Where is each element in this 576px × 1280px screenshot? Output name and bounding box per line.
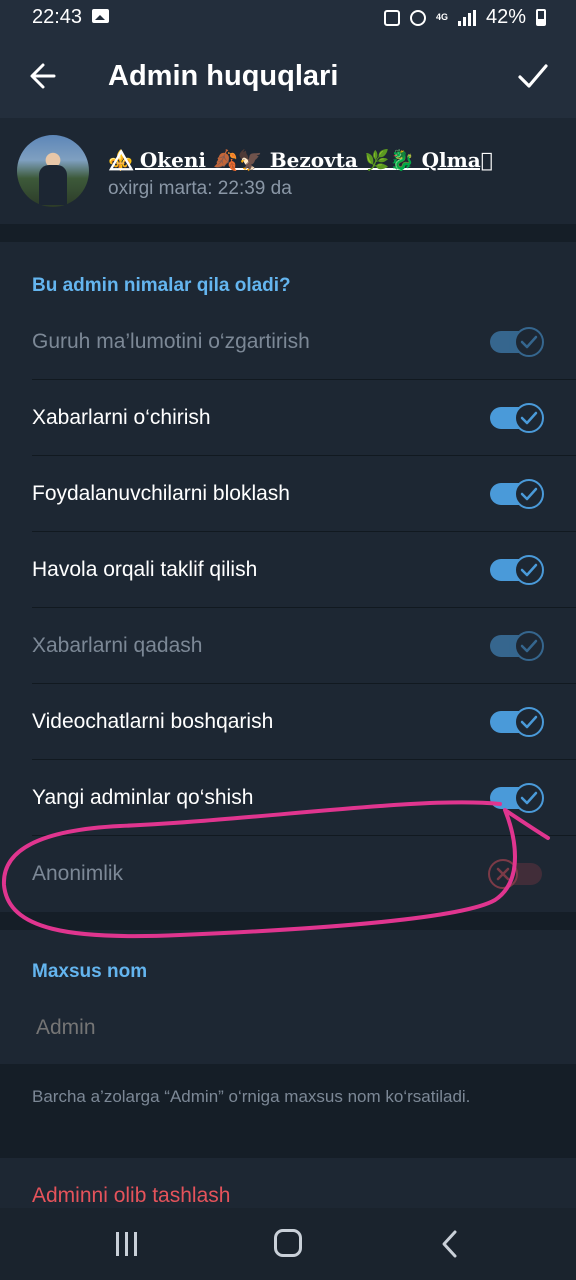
lock-icon <box>383 9 400 26</box>
permission-toggle[interactable] <box>490 707 544 737</box>
page-title: Admin huquqlari <box>108 60 339 92</box>
custom-title-input[interactable] <box>36 1016 536 1040</box>
permission-label: Xabarlarni o‘chirish <box>32 406 211 429</box>
custom-title-section: Maxsus nom <box>0 930 576 1064</box>
avatar <box>17 135 89 207</box>
battery-percent: 42% <box>485 6 526 28</box>
permission-label: Xabarlarni qadash <box>32 634 203 657</box>
check-icon <box>520 563 538 577</box>
network-type-icon: 4G <box>435 12 448 22</box>
remove-admin-button[interactable]: Adminni olib tashlash <box>32 1184 230 1208</box>
check-icon <box>520 335 538 349</box>
permission-row-change-info[interactable]: Guruh ma’lumotini o‘zgartirish <box>0 304 576 380</box>
check-icon <box>520 791 538 805</box>
permission-toggle[interactable] <box>490 479 544 509</box>
custom-title-header: Maxsus nom <box>32 961 148 982</box>
status-bar: 22:43 4G 42% <box>0 0 576 36</box>
permission-row-add-admins[interactable]: Yangi adminlar qo‘shish <box>0 760 576 836</box>
last-seen-status: oxirgi marta: 22:39 da <box>108 178 292 199</box>
permission-toggle[interactable] <box>488 859 542 889</box>
app-bar: Admin huquqlari <box>0 36 576 118</box>
permission-row-invite-link[interactable]: Havola orqali taklif qilish <box>0 532 576 608</box>
user-profile-header: ⚜️⃤ Okeni 🍂🦅 Bezovta 🌿🐉 Qlma⃤ oxirgi mar… <box>0 118 576 224</box>
nav-back-icon[interactable] <box>438 1228 462 1260</box>
permission-label: Havola orqali taklif qilish <box>32 558 258 581</box>
battery-icon <box>536 9 546 26</box>
check-icon <box>520 411 538 425</box>
permission-row-manage-videochats[interactable]: Videochatlarni boshqarish <box>0 684 576 760</box>
permission-toggle[interactable] <box>490 327 544 357</box>
signal-icon <box>457 9 476 26</box>
permission-toggle[interactable] <box>490 631 544 661</box>
save-check-icon[interactable] <box>516 58 550 94</box>
recent-apps-icon[interactable] <box>114 1232 140 1256</box>
alarm-icon <box>409 9 426 26</box>
permission-label: Yangi adminlar qo‘shish <box>32 786 254 809</box>
system-nav-bar <box>0 1208 576 1280</box>
permission-row-ban-users[interactable]: Foydalanuvchilarni bloklash <box>0 456 576 532</box>
check-icon <box>520 715 538 729</box>
permissions-header: Bu admin nimalar qila oladi? <box>32 275 291 296</box>
status-icons: 4G 42% <box>383 6 546 29</box>
gallery-notification-icon <box>92 9 109 23</box>
permission-toggle[interactable] <box>490 783 544 813</box>
permission-toggle[interactable] <box>490 403 544 433</box>
permission-label: Foydalanuvchilarni bloklash <box>32 482 290 505</box>
user-name: ⚜️⃤ Okeni 🍂🦅 Bezovta 🌿🐉 Qlma⃤ <box>108 148 493 172</box>
home-icon[interactable] <box>274 1229 302 1257</box>
permission-toggle[interactable] <box>490 555 544 585</box>
permission-label: Guruh ma’lumotini o‘zgartirish <box>32 330 310 353</box>
check-icon <box>520 639 538 653</box>
check-icon <box>520 487 538 501</box>
back-arrow-icon[interactable] <box>28 58 58 94</box>
status-time: 22:43 <box>32 6 83 28</box>
remove-admin-section: Adminni olib tashlash <box>0 1158 576 1208</box>
cross-icon <box>496 867 510 881</box>
permission-row-anonymous[interactable]: Anonimlik <box>0 836 576 912</box>
permissions-section: Bu admin nimalar qila oladi? Guruh ma’lu… <box>0 242 576 912</box>
permission-label: Anonimlik <box>32 862 124 885</box>
permission-label: Videochatlarni boshqarish <box>32 710 274 733</box>
permission-row-delete-messages[interactable]: Xabarlarni o‘chirish <box>0 380 576 456</box>
custom-title-hint: Barcha a’zolarga “Admin” o‘rniga maxsus … <box>32 1087 471 1106</box>
permission-row-pin-messages[interactable]: Xabarlarni qadash <box>0 608 576 684</box>
